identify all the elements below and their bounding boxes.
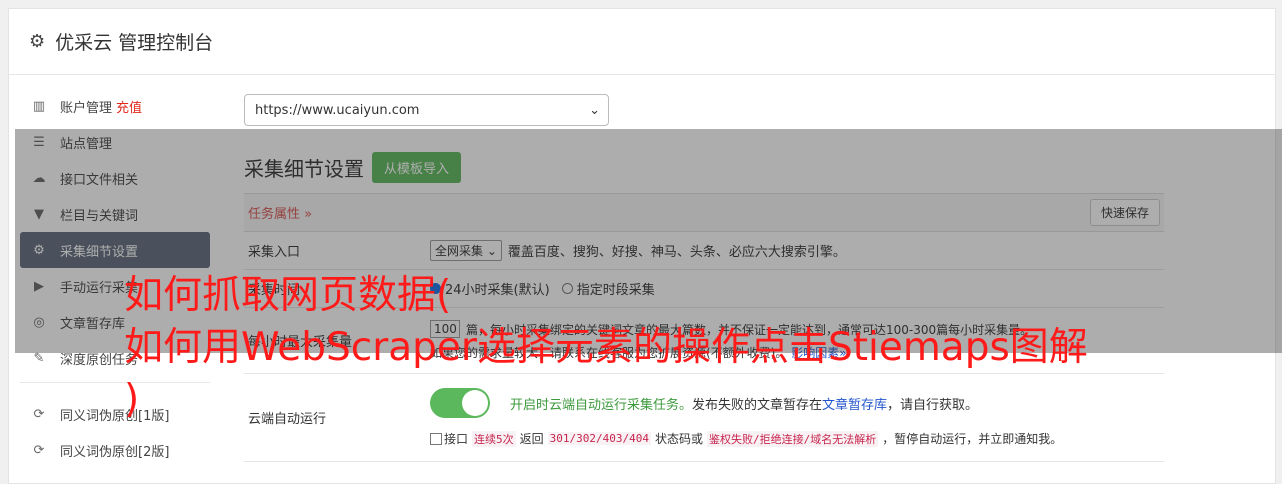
code-auth-fail: 鉴权失败/拒绝连接/域名无法解析 bbox=[707, 430, 879, 447]
text-pause: ，暂停自动运行，并立即通知我。 bbox=[882, 432, 1063, 446]
checkbox-label: 接口 bbox=[444, 432, 469, 446]
site-select[interactable]: https://www.ucaiyun.com ⌄ bbox=[244, 94, 609, 126]
code-status: 301/302/403/404 bbox=[547, 432, 651, 445]
sidebar-item-label: 同义词伪原创[2版] bbox=[60, 444, 170, 460]
headline-line-3: ) bbox=[124, 377, 140, 422]
headline-line-2: 如何用WebScraper选择元素的操作点击Stiemaps图解 bbox=[124, 325, 1088, 370]
site-select-value: https://www.ucaiyun.com bbox=[255, 102, 420, 118]
sidebar-item-synonym-v2[interactable]: ⟳ 同义词伪原创[2版] bbox=[20, 432, 210, 468]
bar-chart-icon: ▥ bbox=[32, 98, 46, 114]
code-consecutive: 连续5次 bbox=[472, 430, 516, 447]
recharge-link[interactable]: 充值 bbox=[116, 97, 142, 116]
refresh-icon: ⟳ bbox=[33, 442, 45, 458]
sidebar-item-label: 账户管理 bbox=[60, 100, 113, 116]
page-header: ⚙ 优采云 管理控制台 bbox=[9, 9, 1275, 75]
refresh-icon: ⟳ bbox=[33, 406, 45, 422]
text-return: 返回 bbox=[519, 432, 544, 446]
page-title: 优采云 管理控制台 bbox=[55, 32, 214, 54]
sidebar-item-account[interactable]: ▥ 账户管理 充值 bbox=[20, 88, 210, 124]
notify-checkbox[interactable] bbox=[430, 432, 442, 445]
chevron-down-icon: ⌄ bbox=[589, 102, 600, 118]
overlay-headline: 如何抓取网页数据( 如何用WebScraper选择元素的操作点击Stiemaps… bbox=[124, 270, 1224, 426]
headline-line-1: 如何抓取网页数据( bbox=[124, 273, 452, 318]
text-status-or: 状态码或 bbox=[655, 432, 704, 446]
gear-icon: ⚙ bbox=[29, 31, 46, 52]
